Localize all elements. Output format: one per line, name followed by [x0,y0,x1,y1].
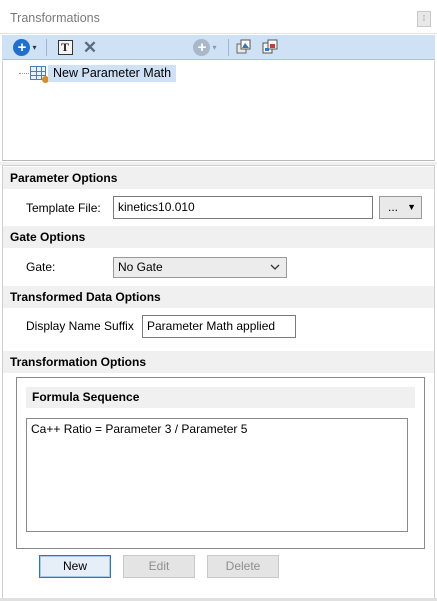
display-name-suffix-input[interactable]: Parameter Math applied [142,315,296,338]
chevron-down-icon [270,264,280,270]
edit-button[interactable]: Edit [123,555,195,578]
formula-list[interactable]: Ca++ Ratio = Parameter 3 / Parameter 5 [26,418,408,532]
gate-select[interactable]: No Gate [113,257,287,278]
panel-menu-button[interactable]: ⁞ [417,11,431,27]
toolbar-separator [46,39,47,56]
copy-image-icon [236,39,251,54]
template-button[interactable]: T [55,37,75,57]
toolbar-separator [228,39,229,56]
transformation-tree: New Parameter Math [2,61,435,161]
template-text-icon: T [57,39,73,55]
gate-label: Gate: [26,260,56,274]
export-layout-icon [262,39,278,54]
gate-selected-value: No Gate [118,260,163,274]
browse-template-button[interactable]: ... ▼ [379,196,422,219]
options-panel: Parameter Options Template File: kinetic… [2,165,435,599]
template-file-label: Template File: [26,201,101,215]
add-disabled-icon: + [193,38,211,56]
add-transformation-button[interactable]: + ▾ [10,37,40,57]
export-layout-button[interactable] [260,37,280,57]
browse-label: ... [388,200,399,214]
gate-options-heading: Gate Options [3,226,434,248]
browse-caret-icon: ▼ [407,202,416,212]
panel-title-bar: Transformations ⁞ [0,0,437,34]
formula-sequence-heading: Formula Sequence [26,387,415,408]
panel-title: Transformations [10,11,100,25]
parameter-options-heading: Parameter Options [3,167,434,189]
list-item[interactable]: Ca++ Ratio = Parameter 3 / Parameter 5 [31,422,247,436]
toolbar: + ▾ T ✕ + ▾ [2,35,435,60]
dropdown-caret-disabled-icon: ▾ [212,42,217,52]
vertical-dots-icon: ⁞ [422,14,426,23]
template-file-input[interactable]: kinetics10.010 [113,196,373,219]
copy-image-button[interactable] [234,37,254,57]
delete-transformation-button[interactable]: ✕ [80,37,100,57]
transformation-options-heading: Transformation Options [3,351,434,373]
delete-x-icon: ✕ [82,37,98,57]
display-name-suffix-label: Display Name Suffix [26,319,134,333]
transformed-data-options-heading: Transformed Data Options [3,286,434,308]
new-button[interactable]: New [39,555,111,578]
tree-item-new-parameter-math[interactable]: New Parameter Math [48,65,177,82]
add-step-button[interactable]: + ▾ [189,37,221,57]
add-icon: + [13,38,31,56]
dropdown-caret-icon: ▾ [32,42,37,52]
parameter-math-icon [30,66,49,83]
formula-sequence-group: Formula Sequence Ca++ Ratio = Parameter … [16,377,425,549]
delete-button[interactable]: Delete [207,555,279,578]
